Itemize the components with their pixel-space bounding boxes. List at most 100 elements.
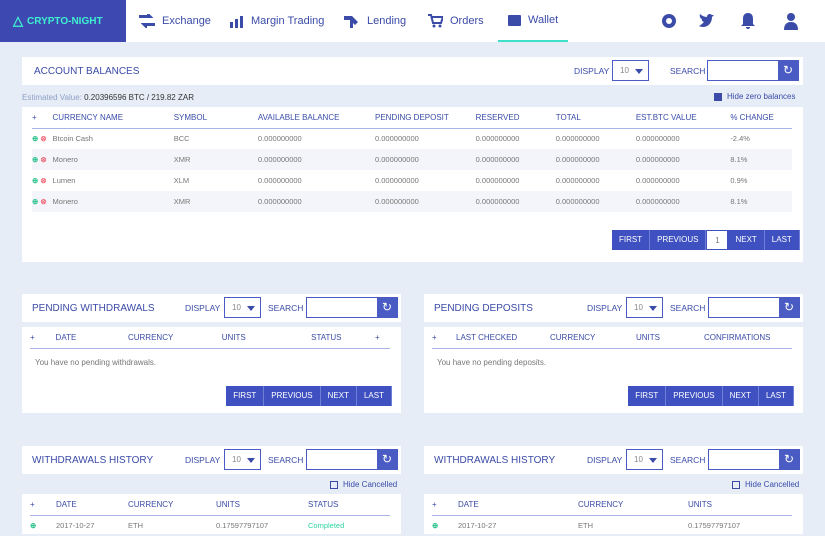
column-header: CURRENCY [128, 495, 216, 515]
display-value: 10 [634, 455, 643, 464]
refresh-icon[interactable]: ↻ [377, 450, 397, 469]
refresh-icon[interactable]: ↻ [779, 298, 799, 317]
last-button[interactable]: LAST [765, 230, 800, 250]
cell: 0.000000000 [636, 191, 730, 212]
cell: 0.000000000 [636, 170, 730, 191]
display-select[interactable]: 10 [612, 60, 649, 81]
column-header: CURRENCY [578, 495, 688, 515]
previous-button[interactable]: PREVIOUS [650, 230, 706, 250]
nav-lending[interactable]: Lending [344, 0, 406, 42]
history_right-header: WITHDRAWALS HISTORYDISPLAY10SEARCH↻ [424, 446, 803, 474]
withdraw-icon[interactable]: ⊗ [40, 134, 46, 143]
first-button[interactable]: FIRST [628, 386, 666, 406]
page-number[interactable]: 1 [706, 230, 728, 250]
column-header[interactable]: + [375, 328, 390, 348]
cell: Btcoin Cash [53, 128, 174, 149]
withdraw-icon[interactable]: ⊗ [40, 155, 46, 164]
nav-wallet[interactable]: Wallet [498, 0, 568, 42]
twitter-icon[interactable] [698, 12, 716, 30]
column-header: UNITS [222, 328, 311, 348]
last-button[interactable]: LAST [759, 386, 794, 406]
gear-icon[interactable] [660, 12, 678, 30]
search-input[interactable]: ↻ [306, 297, 398, 318]
column-header[interactable]: + [432, 328, 456, 348]
brand-logo[interactable]: △CRYPTO-NIGHT [0, 0, 126, 42]
history_right-table: +DATECURRENCYUNITS⊕2017-10-27ETH0.175977… [432, 495, 792, 536]
hide-zero-checkbox[interactable]: Hide zero balances [714, 92, 795, 101]
next-button[interactable]: NEXT [723, 386, 759, 406]
cell: 0.17597797107 [216, 515, 308, 536]
cell: 0.000000000 [476, 128, 556, 149]
first-button[interactable]: FIRST [612, 230, 650, 250]
row-actions: ⊕ ⊗ [32, 191, 53, 212]
previous-button[interactable]: PREVIOUS [264, 386, 320, 406]
display-select[interactable]: 10 [224, 449, 261, 470]
expand-icon[interactable]: ⊕ [30, 521, 36, 530]
cell: 2017-10-27 [458, 515, 578, 536]
last-button[interactable]: LAST [357, 386, 392, 406]
display-label: DISPLAY [587, 455, 622, 465]
deposit-icon[interactable]: ⊕ [32, 176, 38, 185]
next-button[interactable]: NEXT [321, 386, 357, 406]
deposit-icon[interactable]: ⊕ [32, 197, 38, 206]
search-input[interactable]: ↻ [707, 60, 799, 81]
user-icon[interactable] [782, 12, 800, 30]
cell: 0.000000000 [636, 128, 730, 149]
balances-pagination: FIRST PREVIOUS 1 NEXT LAST [612, 230, 800, 250]
nav-exchange[interactable]: Exchange [139, 0, 211, 42]
column-header[interactable]: + [32, 108, 53, 128]
expand-icon[interactable]: ⊕ [432, 521, 438, 530]
refresh-icon[interactable]: ↻ [778, 61, 798, 80]
withdraw-icon[interactable]: ⊗ [40, 176, 46, 185]
history_left-panel: +DATECURRENCYUNITSSTATUS⊕2017-10-27ETH0.… [22, 494, 401, 534]
display-value: 10 [634, 303, 643, 312]
display-select[interactable]: 10 [224, 297, 261, 318]
deposit-icon[interactable]: ⊕ [32, 134, 38, 143]
column-header: DATE [458, 495, 578, 515]
cell: 0.000000000 [556, 128, 636, 149]
column-header: DATE [56, 328, 128, 348]
hide-cancelled-checkbox[interactable]: Hide Cancelled [732, 480, 799, 489]
history_right-panel: +DATECURRENCYUNITS⊕2017-10-27ETH0.175977… [424, 494, 803, 534]
column-header[interactable]: + [432, 495, 458, 515]
column-header[interactable]: + [30, 328, 56, 348]
column-header[interactable]: + [30, 495, 56, 515]
bell-icon[interactable] [739, 12, 757, 30]
display-label: DISPLAY [185, 303, 220, 313]
cell: -2.4% [730, 128, 792, 149]
search-input[interactable]: ↻ [708, 297, 800, 318]
balances-table: +CURRENCY NAMESYMBOLAVAILABLE BALANCEPEN… [32, 108, 792, 212]
section-title: PENDING WITHDRAWALS [32, 303, 155, 314]
cell: Completed [308, 515, 390, 536]
cell: 0.000000000 [476, 191, 556, 212]
estimated-label: Estimated Value: [22, 93, 82, 102]
brand-name: CRYPTO-NIGHT [27, 16, 103, 27]
pending_deposits-panel: +LAST CHECKEDCURRENCYUNITSCONFIRMATIONSY… [424, 327, 803, 413]
first-button[interactable]: FIRST [226, 386, 264, 406]
estimated-amount: 0.20396596 BTC / 219.82 ZAR [84, 93, 194, 102]
exchange-icon [139, 14, 155, 28]
refresh-icon[interactable]: ↻ [377, 298, 397, 317]
deposit-icon[interactable]: ⊕ [32, 155, 38, 164]
search-input[interactable]: ↻ [708, 449, 800, 470]
column-header: STATUS [311, 328, 375, 348]
search-input[interactable]: ↻ [306, 449, 398, 470]
next-button[interactable]: NEXT [728, 230, 764, 250]
search-label: SEARCH [670, 66, 705, 76]
display-select[interactable]: 10 [626, 449, 663, 470]
display-value: 10 [620, 66, 629, 75]
display-select[interactable]: 10 [626, 297, 663, 318]
withdraw-icon[interactable]: ⊗ [40, 197, 46, 206]
column-header: EST.BTC VALUE [636, 108, 730, 128]
table-row: ⊕ ⊗Btcoin CashBCC0.0000000000.0000000000… [32, 128, 792, 149]
pending_deposits-header: PENDING DEPOSITSDISPLAY10SEARCH↻ [424, 294, 803, 322]
row-actions: ⊕ ⊗ [32, 128, 53, 149]
nav-orders[interactable]: Orders [428, 0, 484, 42]
nav-label: Lending [367, 15, 406, 27]
nav-margin-trading[interactable]: Margin Trading [230, 0, 324, 42]
column-header: % CHANGE [730, 108, 792, 128]
hide-cancelled-checkbox[interactable]: Hide Cancelled [330, 480, 397, 489]
cell: 0.000000000 [258, 170, 375, 191]
previous-button[interactable]: PREVIOUS [666, 386, 722, 406]
refresh-icon[interactable]: ↻ [779, 450, 799, 469]
